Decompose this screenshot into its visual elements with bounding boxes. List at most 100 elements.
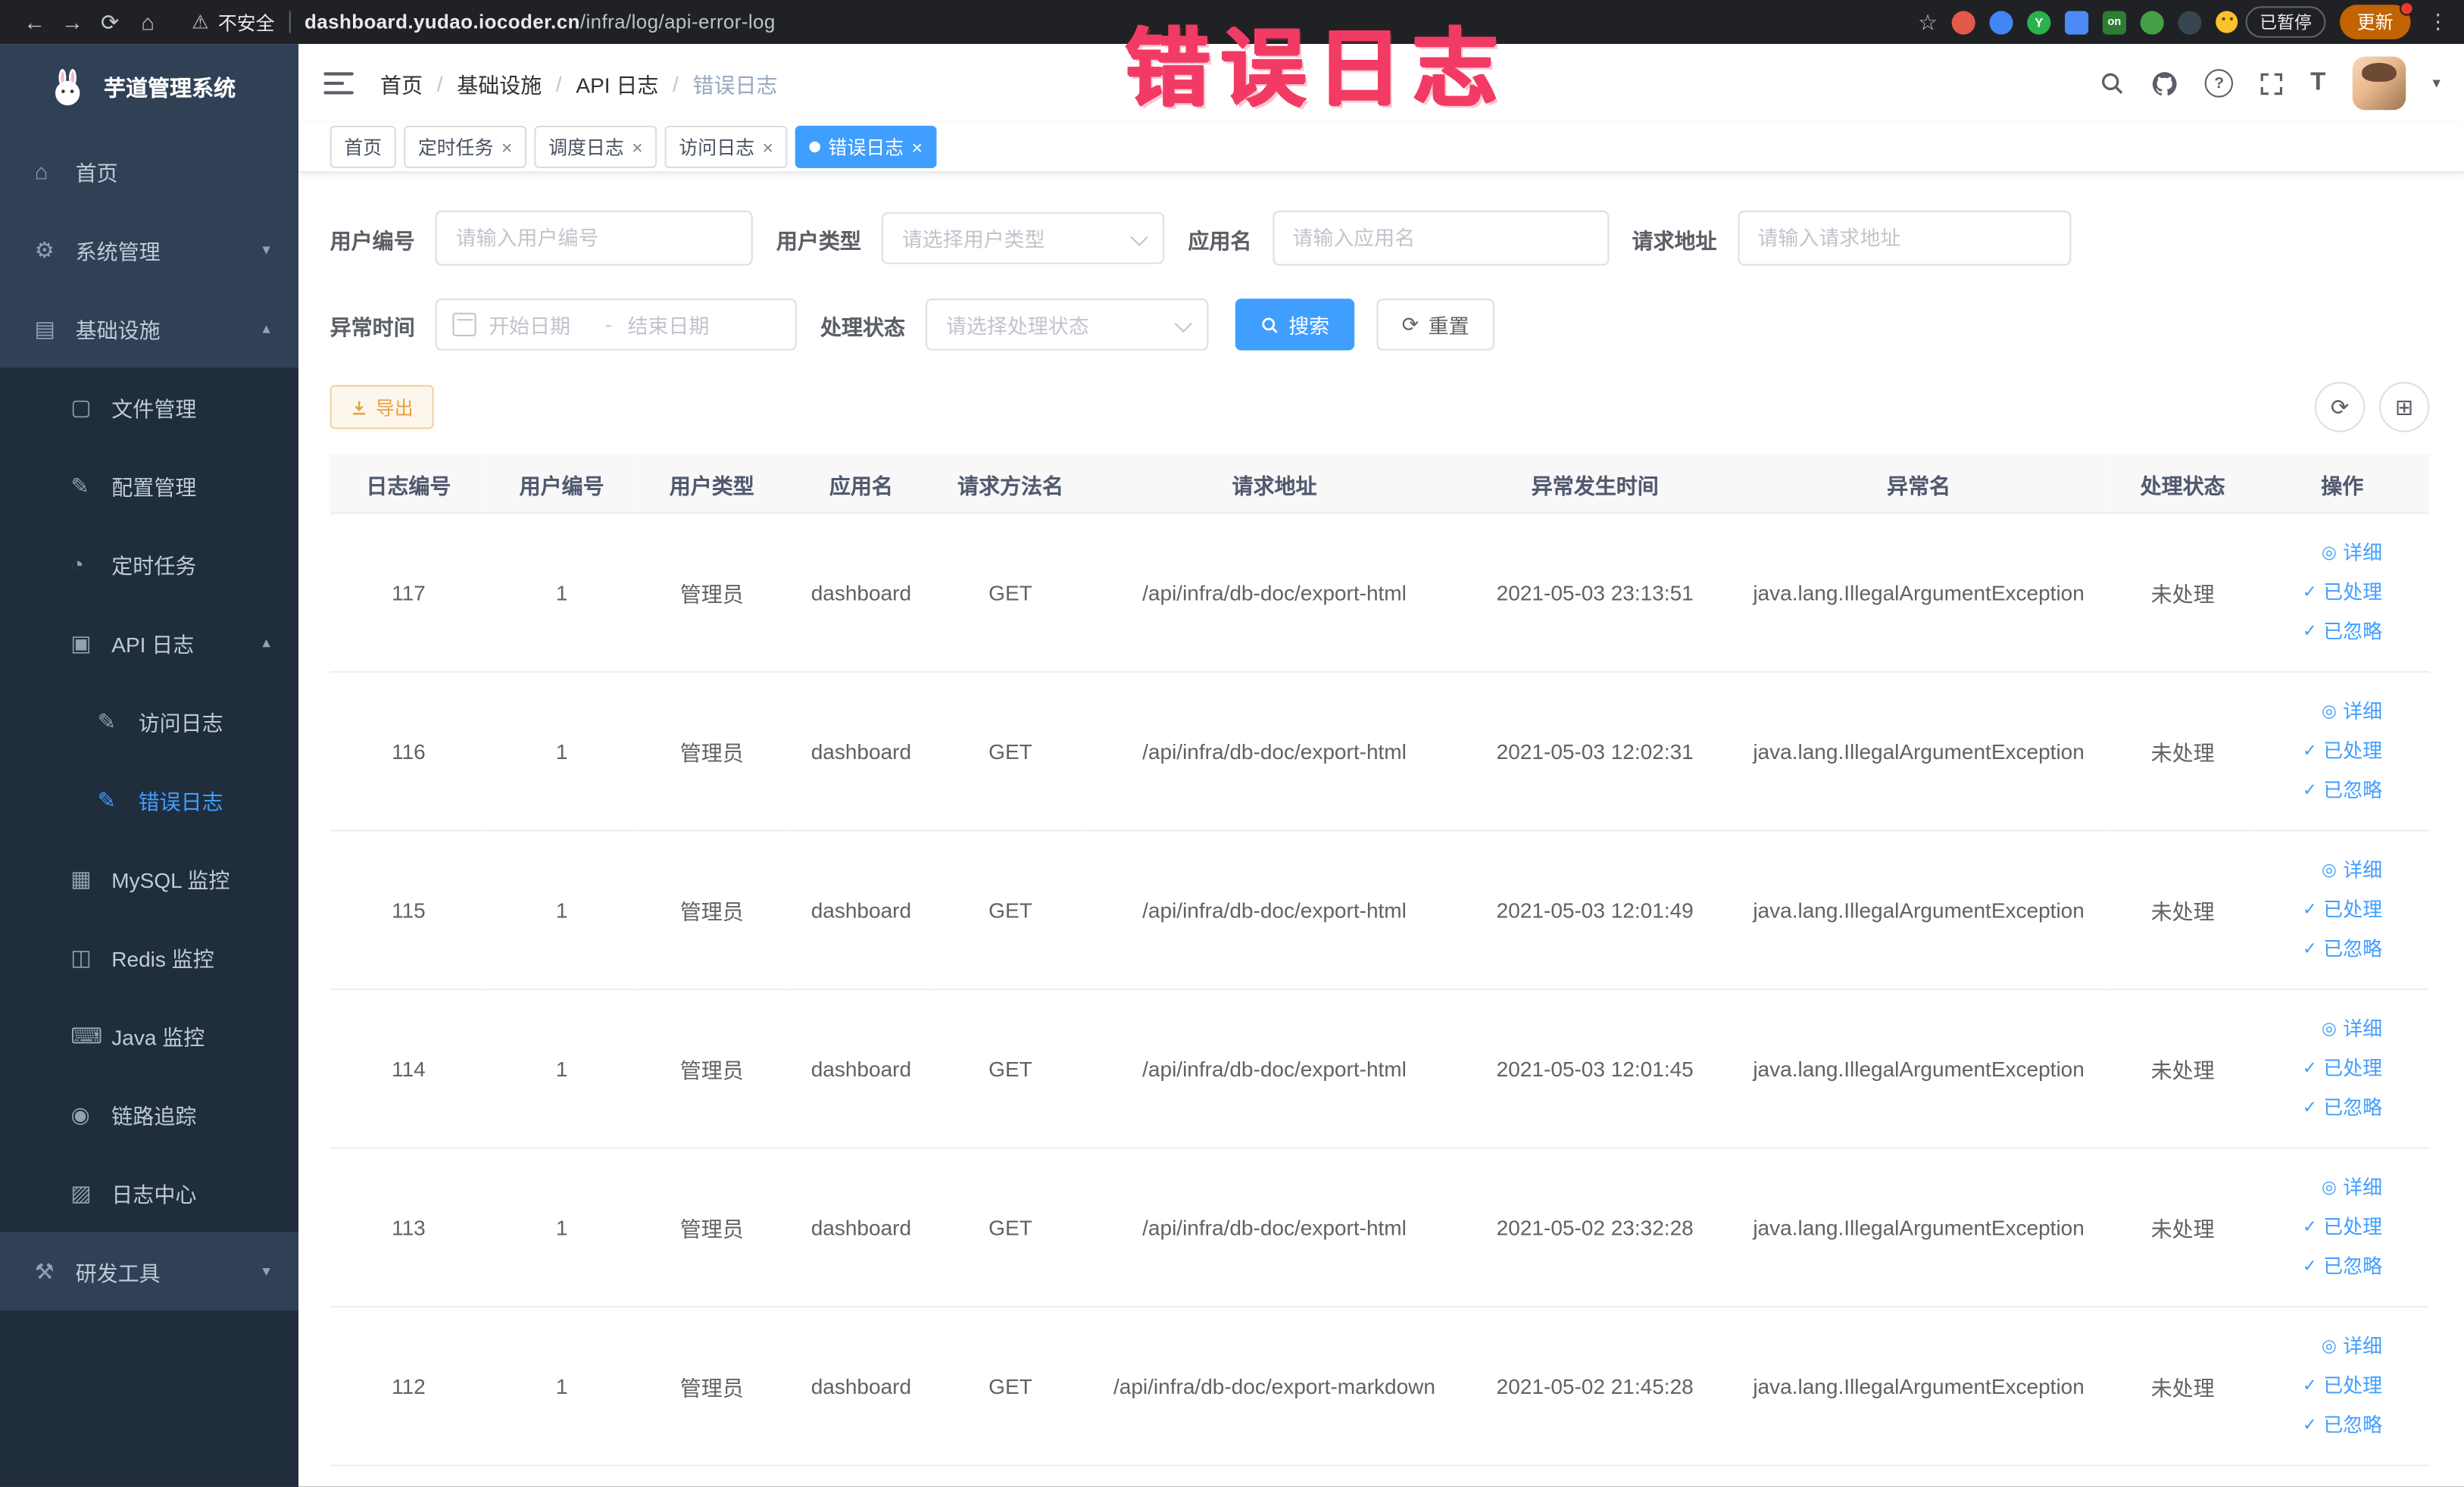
detail-link[interactable]: ◎ 详细 <box>2265 1010 2382 1049</box>
sidebar-item-label: API 日志 <box>111 633 195 658</box>
browser-reload-icon[interactable]: ⟳ <box>91 3 129 41</box>
tab-error-logs[interactable]: 错误日志 × <box>795 125 937 168</box>
app-name-input[interactable] <box>1272 210 1609 266</box>
tab-schedule-logs[interactable]: 调度日志 × <box>534 125 657 168</box>
font-size-icon[interactable]: T <box>2310 70 2325 95</box>
processed-link[interactable]: ✓ 已处理 <box>2265 1367 2382 1406</box>
sidebar-item-scheduled-tasks[interactable]: ◔ 定时任务 <box>0 525 298 604</box>
sidebar-item-dev-tools[interactable]: ⚒ 研发工具 ▾ <box>0 1232 298 1311</box>
sidebar-item-mysql-monitor[interactable]: ▦ MySQL 监控 <box>0 839 298 918</box>
close-icon[interactable]: × <box>501 136 513 158</box>
sidebar-item-config-management[interactable]: ✎ 配置管理 <box>0 446 298 525</box>
close-icon[interactable]: × <box>762 136 773 158</box>
table-cell: 2021-05-03 12:01:45 <box>1463 989 1728 1149</box>
detail-link[interactable]: ◎ 详细 <box>2265 692 2382 732</box>
extension-icon-1[interactable] <box>1951 10 1975 34</box>
sidebar-item-home[interactable]: ⌂ 首页 <box>0 132 298 211</box>
java-icon: ⌨ <box>70 1022 103 1048</box>
github-icon[interactable] <box>2152 70 2178 96</box>
ignored-link[interactable]: ✓ 已忽略 <box>2265 1406 2382 1445</box>
detail-link[interactable]: ◎ 详细 <box>2265 533 2382 573</box>
app-logo[interactable]: 芋道管理系统 <box>0 44 298 132</box>
detail-link[interactable]: ◎ 详细 <box>2265 1168 2382 1207</box>
access-log-icon: ✎ <box>97 708 116 733</box>
table-toolbar: 导出 ⟳ ⊞ <box>329 382 2430 433</box>
tab-scheduled-tasks[interactable]: 定时任务 × <box>404 125 527 168</box>
sidebar-item-redis-monitor[interactable]: ◫ Redis 监控 <box>0 918 298 997</box>
browser-update-button[interactable]: 更新 <box>2340 2 2414 39</box>
tools-icon: ⚒ <box>34 1257 55 1283</box>
sidebar-item-log-center[interactable]: ▨ 日志中心 <box>0 1154 298 1232</box>
ignored-link[interactable]: ✓ 已忽略 <box>2265 929 2382 969</box>
tab-home[interactable]: 首页 <box>329 125 396 168</box>
sidebar-toggle-icon[interactable] <box>323 72 354 95</box>
column-settings-button[interactable]: ⊞ <box>2378 382 2430 433</box>
table-row: 113 1 管理员 dashboard GET/api/infra/db-doc/exp… <box>329 1148 2430 1308</box>
search-button[interactable]: 搜索 <box>1235 298 1355 351</box>
sidebar-item-api-logs[interactable]: ▣ API 日志 ▴ <box>0 604 298 683</box>
site-security[interactable]: ⚠ 不安全 <box>192 8 275 35</box>
ignored-link[interactable]: ✓ 已忽略 <box>2265 771 2382 811</box>
browser-back-icon[interactable]: ← <box>16 3 54 41</box>
request-url-input[interactable] <box>1737 210 2071 266</box>
ignored-link[interactable]: ✓ 已忽略 <box>2265 1089 2382 1128</box>
extension-leaf-icon[interactable] <box>2140 10 2164 34</box>
user-id-input[interactable] <box>435 210 753 266</box>
processed-link[interactable]: ✓ 已处理 <box>2265 573 2382 612</box>
table-cell: GET <box>935 830 1086 991</box>
table-cell: dashboard <box>787 671 935 832</box>
processed-link[interactable]: ✓ 已处理 <box>2265 1049 2382 1089</box>
ignored-link[interactable]: ✓ 已忽略 <box>2265 1247 2382 1286</box>
sidebar-item-file-management[interactable]: ▢ 文件管理 <box>0 367 298 446</box>
column-header: 用户类型 <box>636 454 788 514</box>
browser-menu-icon[interactable]: ⋮ <box>2428 9 2448 34</box>
ignored-link[interactable]: ✓ 已忽略 <box>2265 612 2382 651</box>
close-icon[interactable]: × <box>632 136 643 158</box>
detail-link[interactable]: ◎ 详细 <box>2265 851 2382 890</box>
tab-access-logs[interactable]: 访问日志 × <box>664 125 788 168</box>
address-bar[interactable]: dashboard.yudao.iocoder.cn/infra/log/api… <box>304 11 776 33</box>
browser-home-icon[interactable]: ⌂ <box>129 3 167 41</box>
user-avatar[interactable] <box>2352 56 2406 111</box>
extension-paw-icon[interactable] <box>2178 10 2202 34</box>
reset-button[interactable]: ⟳ 重置 <box>1376 298 1494 351</box>
table-cell: GET <box>935 989 1086 1149</box>
processed-link[interactable]: ✓ 已处理 <box>2265 890 2382 929</box>
extension-icon-2[interactable] <box>1989 10 2013 34</box>
app-title: 芋道管理系统 <box>103 75 236 101</box>
process-status-select[interactable]: 请选择处理状态 <box>925 298 1209 351</box>
sidebar-item-access-logs[interactable]: ✎ 访问日志 <box>0 682 298 761</box>
detail-link[interactable]: ◎ 详细 <box>2265 1327 2382 1367</box>
export-button[interactable]: 导出 <box>329 385 434 430</box>
breadcrumb-api-logs[interactable]: API 日志 <box>576 67 658 98</box>
sidebar-item-java-monitor[interactable]: ⌨ Java 监控 <box>0 996 298 1075</box>
table-cell: /api/infra/db-doc/export-markdown <box>1085 1307 1463 1467</box>
browser-forward-icon[interactable]: → <box>54 3 92 41</box>
processed-link[interactable]: ✓ 已处理 <box>2265 1207 2382 1247</box>
sidebar-item-system-management[interactable]: ⚙ 系统管理 ▾ <box>0 211 298 289</box>
extension-icon-3[interactable]: Y <box>2027 10 2051 34</box>
date-range-picker[interactable]: 开始日期 - 结束日期 <box>435 298 797 351</box>
sidebar-item-link-tracing[interactable]: ◉ 链路追踪 <box>0 1075 298 1154</box>
extension-icon-4[interactable] <box>2065 10 2089 34</box>
help-icon[interactable]: ? <box>2205 69 2234 98</box>
processed-link[interactable]: ✓ 已处理 <box>2265 732 2382 771</box>
sidebar-item-error-logs[interactable]: ✎ 错误日志 <box>0 761 298 839</box>
search-icon[interactable] <box>2100 70 2125 95</box>
extension-on-badge-icon[interactable]: on <box>2102 10 2126 34</box>
bookmark-star-icon[interactable]: ☆ <box>1918 8 1938 35</box>
avatar-caret-down-icon[interactable]: ▾ <box>2432 75 2440 92</box>
fullscreen-icon[interactable] <box>2260 71 2284 95</box>
table-row: 112 1 管理员 dashboard GET/api/infra/db-doc/exp… <box>329 1307 2430 1467</box>
sidebar-item-label: MySQL 监控 <box>111 869 230 893</box>
table-cell: 2021-05-03 12:02:31 <box>1463 671 1728 832</box>
paused-extension[interactable]: 已暂停 <box>2216 6 2326 38</box>
refresh-button[interactable]: ⟳ <box>2314 382 2366 433</box>
user-type-select[interactable]: 请选择用户类型 <box>881 212 1165 264</box>
check-icon: ✓ <box>2302 1376 2317 1395</box>
table-cell: 管理员 <box>636 1148 788 1308</box>
breadcrumb-infrastructure[interactable]: 基础设施 <box>457 67 542 98</box>
sidebar-item-infrastructure[interactable]: ▤ 基础设施 ▴ <box>0 289 298 368</box>
close-icon[interactable]: × <box>912 136 923 158</box>
breadcrumb-home[interactable]: 首页 <box>380 67 423 98</box>
